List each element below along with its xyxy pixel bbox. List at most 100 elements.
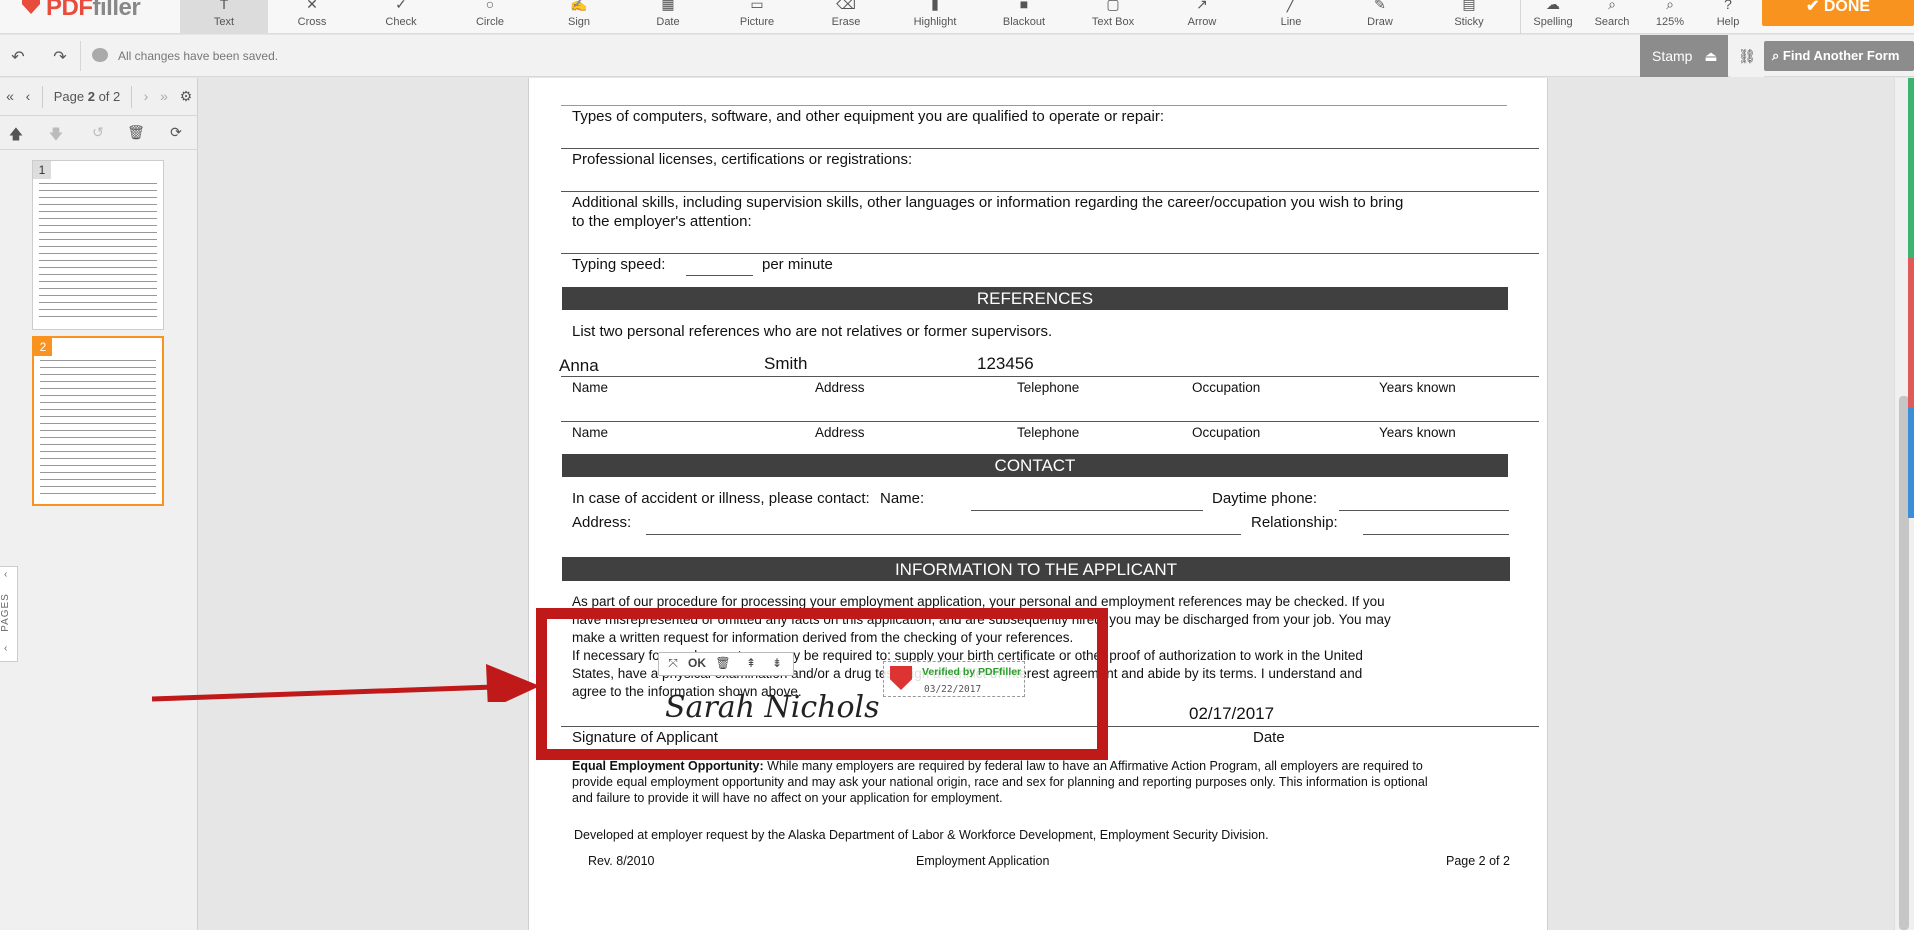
page-navigation: « ‹ Page 2 of 2 › » ⚙: [0, 78, 198, 116]
annotation-mini-toolbar: ⤧ OK 🗑 ⇞ ⇟: [658, 652, 794, 676]
form-line: [561, 105, 1507, 106]
done-button[interactable]: ✔ DONE: [1762, 0, 1914, 26]
question-skills: Additional skills, including supervision…: [572, 194, 1404, 211]
tool-text-box[interactable]: ▢ Text Box: [1069, 0, 1157, 34]
eeo-line-1: Equal Employment Opportunity: While many…: [572, 759, 1423, 773]
reference-1-name-value[interactable]: Anna: [559, 356, 599, 376]
sign-icon: ✍: [570, 0, 588, 12]
question-skills-continued: to the employer's attention:: [572, 213, 752, 230]
references-instructions: List two personal references who are not…: [572, 323, 1053, 340]
bring-forward-icon[interactable]: ⇞: [739, 656, 763, 670]
trash-icon[interactable]: 🗑: [126, 124, 146, 141]
contact-daytime-phone-label: Daytime phone:: [1212, 490, 1318, 507]
tool-sticky[interactable]: ▤ Sticky: [1425, 0, 1513, 34]
stamp-button[interactable]: Stamp ⏏: [1640, 35, 1728, 77]
reference-2-line[interactable]: [561, 421, 1539, 422]
thumbnail-preview: [40, 360, 156, 498]
column-name: Name: [572, 425, 609, 440]
move-up-icon[interactable]: 🡅: [6, 124, 26, 148]
tool-circle[interactable]: ○ Circle: [446, 0, 534, 34]
save-status: All changes have been saved.: [118, 49, 279, 63]
tool-search[interactable]: ⌕ Search: [1580, 0, 1644, 34]
revision-label: Rev. 8/2010: [588, 854, 655, 868]
send-backward-icon[interactable]: ⇟: [765, 656, 789, 670]
tool-cross[interactable]: ✕ Cross: [268, 0, 356, 34]
tool-arrow[interactable]: ↗ Arrow: [1158, 0, 1246, 34]
last-page-icon[interactable]: »: [156, 88, 172, 104]
move-down-icon[interactable]: 🡇: [46, 124, 66, 148]
link-icon[interactable]: ⛓: [1730, 35, 1764, 77]
pages-tab[interactable]: ‹ PAGES ‹: [0, 566, 18, 662]
page-thumbnail-2[interactable]: 2: [32, 336, 164, 506]
contact-daytime-phone-field[interactable]: [1339, 510, 1509, 511]
tool-erase[interactable]: ⌫ Erase: [802, 0, 890, 34]
find-another-form-button[interactable]: ⌕ Find Another Form: [1764, 41, 1914, 71]
verified-stamp[interactable]: Verified by PDFfiller 03/22/2017: [883, 661, 1025, 697]
signature-date-value[interactable]: 02/17/2017: [1189, 704, 1274, 724]
reference-1-address-value[interactable]: Smith: [764, 354, 807, 374]
line-icon: ╱: [1286, 0, 1296, 12]
tool-sign[interactable]: ✍ Sign: [535, 0, 623, 34]
tool-help[interactable]: ? Help: [1698, 0, 1758, 34]
tool-line[interactable]: ╱ Line: [1247, 0, 1335, 34]
developed-by-note: Developed at employer request by the Ala…: [574, 828, 1269, 842]
info-paragraph-line-1: As part of our procedure for processing …: [572, 594, 1385, 609]
gear-icon[interactable]: ⚙: [178, 88, 194, 105]
red-arrow-annotation[interactable]: [152, 658, 542, 702]
contact-instructions: In case of accident or illness, please c…: [572, 490, 870, 507]
chevron-left-icon: ‹: [4, 569, 9, 580]
question-licenses: Professional licenses, certifications or…: [572, 151, 913, 168]
text-box-icon: ▢: [1106, 0, 1120, 12]
status-stripe-red: [1908, 258, 1914, 408]
refresh-icon[interactable]: ⟳: [166, 124, 186, 141]
blackout-icon: ■: [1019, 0, 1029, 12]
thumbnail-preview: [39, 183, 157, 323]
column-telephone: Telephone: [1017, 380, 1080, 395]
contact-name-label: Name:: [880, 490, 925, 507]
typing-speed-label: Typing speed:: [572, 256, 666, 273]
answer-line[interactable]: [561, 191, 1539, 192]
column-address: Address: [815, 380, 865, 395]
previous-page-icon[interactable]: ‹: [20, 88, 36, 104]
page-thumbnail-1[interactable]: 1: [32, 160, 164, 330]
tool-draw[interactable]: ✎ Draw: [1336, 0, 1424, 34]
check-icon: ✔: [1805, 0, 1824, 15]
tool-text[interactable]: T Text: [180, 0, 268, 34]
erase-icon: ⌫: [836, 0, 856, 12]
page-indicator[interactable]: Page 2 of 2: [42, 86, 132, 108]
contact-name-field[interactable]: [971, 510, 1203, 511]
move-icon[interactable]: ⤧: [661, 656, 685, 671]
tool-blackout[interactable]: ■ Blackout: [980, 0, 1068, 34]
undo-icon[interactable]: ↶: [8, 47, 28, 67]
eeo-line-3: and failure to provide it will have no a…: [572, 791, 1003, 805]
date-label: Date: [1253, 729, 1285, 746]
app-logo[interactable]: PDFfiller: [46, 0, 141, 22]
rotate-icon[interactable]: ↺: [88, 124, 108, 141]
next-page-icon[interactable]: ›: [138, 88, 154, 104]
reference-1-telephone-value[interactable]: 123456: [977, 354, 1034, 374]
answer-line[interactable]: [561, 253, 1539, 254]
tool-picture[interactable]: ▭ Picture: [713, 0, 801, 34]
tool-date[interactable]: ▦ Date: [624, 0, 712, 34]
section-header-contact: CONTACT: [562, 454, 1508, 477]
contact-relationship-field[interactable]: [1363, 534, 1509, 535]
pages-panel: « ‹ Page 2 of 2 › » ⚙ 🡅 🡇 ↺ 🗑 ⟳ 1 2 ‹ PA…: [0, 78, 198, 930]
typing-unit-label: per minute: [762, 256, 833, 273]
redo-icon[interactable]: ↷: [50, 47, 70, 67]
trash-icon[interactable]: 🗑: [711, 656, 735, 670]
chevron-left-icon: ‹: [4, 643, 9, 654]
cross-icon: ✕: [306, 0, 318, 12]
tool-check[interactable]: ✓ Check: [357, 0, 445, 34]
contact-address-field[interactable]: [646, 534, 1241, 535]
column-occupation: Occupation: [1192, 425, 1261, 440]
zoom-level[interactable]: ⌕ 125%: [1640, 0, 1700, 34]
date-icon: ▦: [661, 0, 675, 12]
pdffiller-logo-icon: [22, 0, 40, 14]
first-page-icon[interactable]: «: [2, 88, 18, 104]
typing-speed-field[interactable]: [686, 275, 753, 276]
section-header-information: INFORMATION TO THE APPLICANT: [562, 557, 1510, 581]
search-icon: ⌕: [1772, 48, 1783, 63]
ok-button[interactable]: OK: [685, 656, 709, 670]
answer-line[interactable]: [561, 148, 1539, 149]
tool-highlight[interactable]: ▮ Highlight: [891, 0, 979, 34]
